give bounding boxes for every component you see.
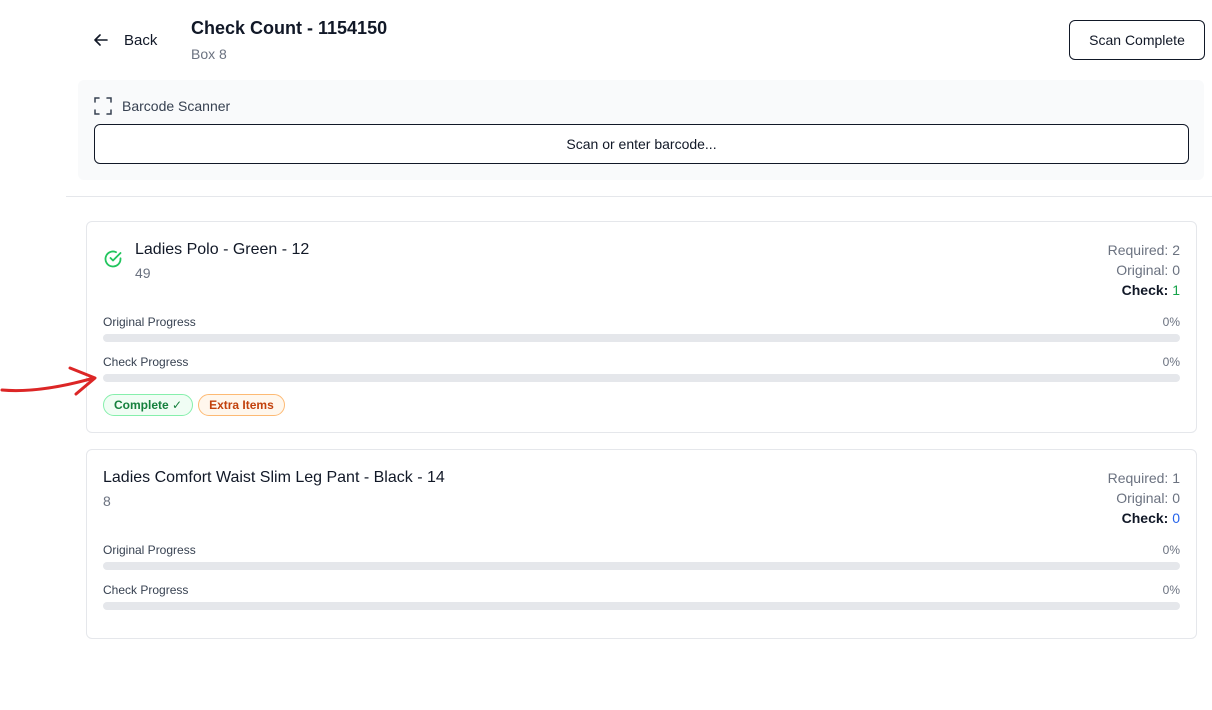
barcode-scanner-panel: Barcode Scanner <box>78 80 1204 180</box>
original-count: Original: 0 <box>1116 262 1180 278</box>
original-progress-bar <box>103 334 1180 342</box>
original-progress-label: Original Progress <box>103 315 196 329</box>
required-count: Required: 2 <box>1107 242 1180 258</box>
check-count-label: Check: <box>1121 282 1169 298</box>
scanner-label-row: Barcode Scanner <box>94 97 230 115</box>
barcode-input[interactable] <box>94 124 1189 164</box>
original-count: Original: 0 <box>1116 490 1180 506</box>
back-label: Back <box>124 31 158 49</box>
check-count-value: 1 <box>1172 282 1180 298</box>
back-button[interactable]: Back <box>88 26 163 54</box>
page-subtitle: Box 8 <box>191 46 227 62</box>
item-card: Ladies Comfort Waist Slim Leg Pant - Bla… <box>86 449 1197 639</box>
annotation-arrow-icon <box>0 366 97 396</box>
item-quantity: 49 <box>135 265 151 281</box>
check-count: Check: 1 <box>1108 280 1180 300</box>
check-progress-percent: 0% <box>1162 583 1180 597</box>
extra-items-badge: Extra Items <box>198 394 285 416</box>
check-count-value: 0 <box>1172 510 1180 526</box>
scanner-label: Barcode Scanner <box>122 98 231 114</box>
arrow-left-icon <box>94 34 108 46</box>
check-progress-label: Check Progress <box>103 583 189 597</box>
original-progress-bar <box>103 562 1180 570</box>
item-name: Ladies Polo - Green - 12 <box>135 241 310 258</box>
check-count: Check: 0 <box>1108 508 1180 528</box>
item-counts: Required: 2 Original: 0 Check: 1 <box>1108 240 1180 300</box>
check-progress-bar <box>103 602 1180 610</box>
page-header: Back Check Count - 1154150 Box 8 Scan Co… <box>0 0 1212 80</box>
complete-badge: Complete ✓ <box>103 394 194 416</box>
item-quantity: 8 <box>103 493 111 509</box>
check-progress-bar <box>103 374 1180 382</box>
check-circle-icon <box>104 250 122 268</box>
check-progress-label: Check Progress <box>103 355 189 369</box>
original-progress-label: Original Progress <box>103 543 196 557</box>
check-progress-percent: 0% <box>1162 355 1180 369</box>
page-title: Check Count - 1154150 <box>191 18 388 38</box>
item-name: Ladies Comfort Waist Slim Leg Pant - Bla… <box>103 469 445 486</box>
required-count: Required: 1 <box>1107 470 1180 486</box>
item-card: Ladies Polo - Green - 12 49 Required: 2 … <box>86 221 1197 433</box>
item-counts: Required: 1 Original: 0 Check: 0 <box>1108 468 1180 528</box>
scan-complete-button[interactable]: Scan Complete <box>1069 20 1205 60</box>
scan-frame-icon <box>94 97 112 115</box>
status-badges: Complete ✓ Extra Items <box>103 394 290 416</box>
original-progress-percent: 0% <box>1162 543 1180 557</box>
section-divider <box>66 196 1212 197</box>
original-progress-percent: 0% <box>1162 315 1180 329</box>
check-count-label: Check: <box>1121 510 1169 526</box>
